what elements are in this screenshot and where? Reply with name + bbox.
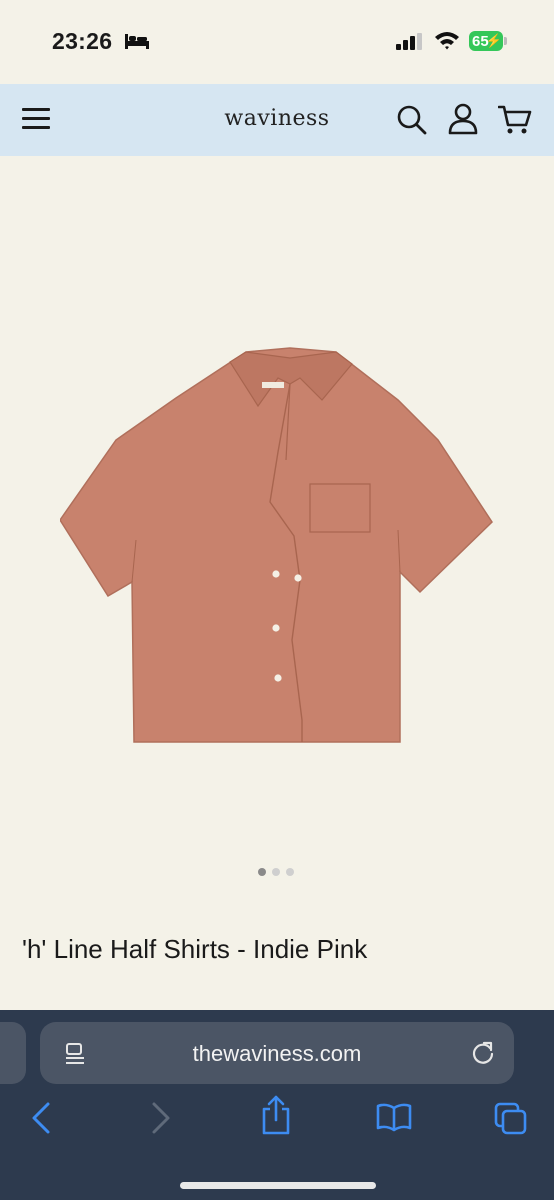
status-bar: 23:26 65 ⚡: [0, 0, 554, 84]
carousel-dots: [258, 868, 294, 876]
account-icon[interactable]: [448, 103, 478, 135]
forward-icon[interactable]: [150, 1100, 172, 1136]
cart-icon[interactable]: [498, 104, 532, 136]
product-title: 'h' Line Half Shirts - Indie Pink: [22, 934, 368, 964]
bed-icon: [125, 34, 149, 49]
battery-cap: [504, 37, 507, 45]
previous-tab-peek[interactable]: [0, 1022, 26, 1084]
share-icon[interactable]: [260, 1094, 292, 1136]
battery-charging-icon: 65 ⚡: [469, 31, 503, 51]
reload-icon[interactable]: [470, 1040, 496, 1066]
charging-bolt-icon: ⚡: [485, 33, 502, 48]
browser-toolbar: thewaviness.com: [0, 1010, 554, 1200]
home-indicator[interactable]: [180, 1182, 376, 1189]
wifi-icon: [435, 32, 459, 50]
address-bar[interactable]: thewaviness.com: [40, 1022, 514, 1084]
tabs-icon[interactable]: [494, 1102, 528, 1136]
url-text[interactable]: thewaviness.com: [40, 1041, 514, 1067]
search-icon[interactable]: [396, 104, 428, 136]
site-header: waviness: [0, 84, 554, 156]
bookmarks-icon[interactable]: [376, 1102, 412, 1132]
product-image[interactable]: [60, 340, 494, 750]
back-icon[interactable]: [30, 1100, 52, 1136]
carousel-dot-1[interactable]: [258, 868, 266, 876]
carousel-dot-3[interactable]: [286, 868, 294, 876]
status-time: 23:26: [52, 28, 113, 54]
cellular-signal-icon: [396, 33, 422, 50]
carousel-dot-2[interactable]: [272, 868, 280, 876]
